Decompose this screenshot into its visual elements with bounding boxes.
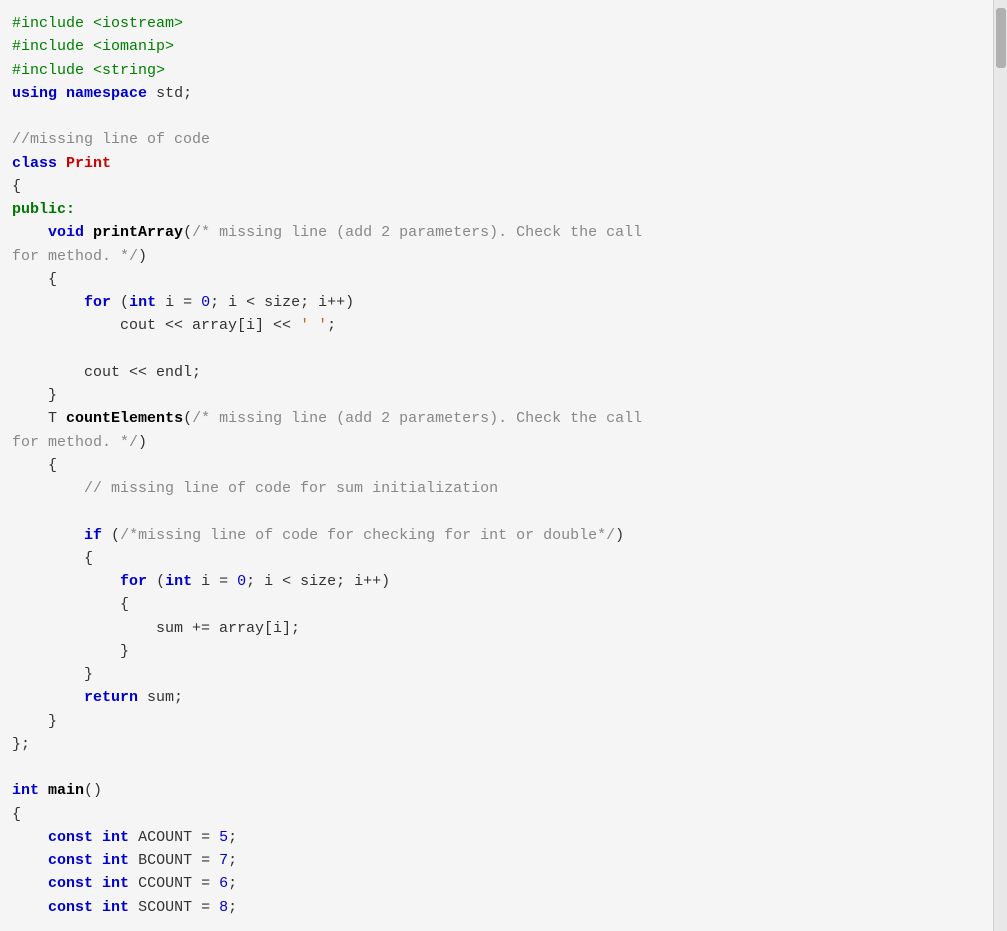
code-area[interactable]: #include <iostream> #include <iomanip> #… (0, 0, 993, 931)
code-content: #include <iostream> #include <iomanip> #… (12, 12, 977, 919)
editor-container: #include <iostream> #include <iomanip> #… (0, 0, 1007, 931)
scrollbar[interactable] (993, 0, 1007, 931)
scrollbar-thumb[interactable] (996, 8, 1006, 68)
